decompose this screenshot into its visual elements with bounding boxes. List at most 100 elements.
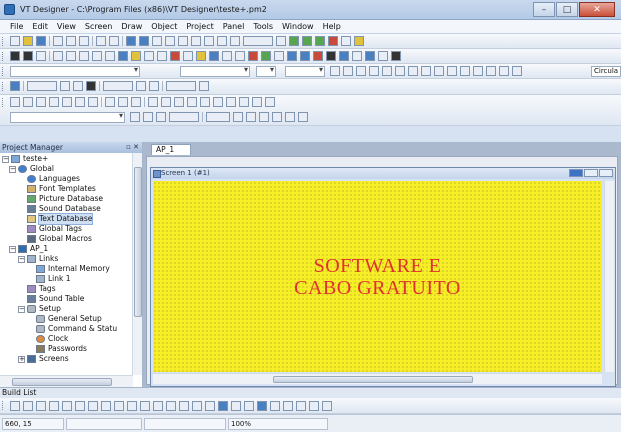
expand-icon[interactable]: + <box>18 355 25 363</box>
line-style-icon[interactable] <box>233 112 243 122</box>
meter-object-icon[interactable] <box>92 51 102 61</box>
bar-object-icon[interactable] <box>79 51 89 61</box>
screen-props-icon[interactable] <box>152 36 162 46</box>
maximize-button[interactable]: □ <box>556 2 578 17</box>
cross-ref-icon[interactable] <box>174 97 184 107</box>
triangle-tool-icon[interactable] <box>140 401 150 411</box>
menu-panel[interactable]: Panel <box>223 22 245 31</box>
zoom-fit-icon[interactable] <box>204 36 214 46</box>
recipe-object-icon[interactable] <box>131 51 141 61</box>
canvas-horizontal-scrollbar[interactable] <box>153 373 602 384</box>
layer-icon-1[interactable] <box>60 81 70 91</box>
tree-node-project[interactable]: − teste+ <box>2 154 48 164</box>
tree-node-global-tags[interactable]: Global Tags <box>27 224 82 234</box>
tree-node-link-1[interactable]: Link 1 <box>36 274 71 284</box>
zoom-dropdown[interactable] <box>243 36 273 46</box>
tree-node-internal-memory[interactable]: Internal Memory <box>36 264 110 274</box>
menu-screen[interactable]: Screen <box>85 22 113 31</box>
curve-tool-icon[interactable] <box>283 401 293 411</box>
open-icon[interactable] <box>23 36 33 46</box>
space-vert-icon[interactable] <box>460 66 470 76</box>
time-object-icon[interactable] <box>235 51 245 61</box>
simulate-icon[interactable] <box>328 36 338 46</box>
tree-node-ap1[interactable]: − AP_1 <box>9 244 48 254</box>
hide-icon[interactable] <box>213 97 223 107</box>
align-right-icon[interactable] <box>356 66 366 76</box>
screen-restore-button[interactable] <box>584 169 598 177</box>
download-icon[interactable] <box>315 36 325 46</box>
scrollbar-thumb[interactable] <box>134 167 142 317</box>
tree-node-setup[interactable]: − Setup <box>18 304 61 314</box>
animation-object-icon[interactable] <box>157 51 167 61</box>
menu-help[interactable]: Help <box>323 22 341 31</box>
shadow-icon[interactable] <box>259 112 269 122</box>
toolbar-grip[interactable] <box>2 98 5 107</box>
rectangle-tool-icon[interactable] <box>88 401 98 411</box>
ungroup-icon[interactable] <box>512 66 522 76</box>
grid-icon[interactable] <box>217 36 227 46</box>
promo-text-object[interactable]: SOFTWARE E CABO GRATUITO <box>153 255 602 299</box>
screen-link-icon[interactable] <box>339 51 349 61</box>
project-tree[interactable]: − teste+ − Global Languages Font Templat… <box>0 153 133 375</box>
bold-icon[interactable] <box>10 81 20 91</box>
picture-tool-icon[interactable] <box>296 401 306 411</box>
collapse-icon[interactable]: − <box>18 305 25 313</box>
picture-list-icon[interactable] <box>352 51 362 61</box>
tree-node-passwords[interactable]: Passwords <box>36 344 87 354</box>
shape-dropdown[interactable]: Circula <box>591 66 621 77</box>
text-color-icon[interactable] <box>156 112 166 122</box>
window-object-icon[interactable] <box>274 51 284 61</box>
menu-object[interactable]: Object <box>151 22 177 31</box>
tree-node-screens[interactable]: + Screens <box>18 354 69 364</box>
scrollbar-thumb[interactable] <box>273 376 473 383</box>
tree-node-general-setup[interactable]: General Setup <box>36 314 102 324</box>
save-icon[interactable] <box>36 36 46 46</box>
tree-node-picture-database[interactable]: Picture Database <box>27 194 103 204</box>
tree-node-global-macros[interactable]: Global Macros <box>27 234 92 244</box>
menu-draw[interactable]: Draw <box>121 22 142 31</box>
text-tool-icon[interactable] <box>244 401 254 411</box>
toolbar-grip[interactable] <box>2 52 5 61</box>
key-object-icon[interactable] <box>196 51 206 61</box>
size-dropdown[interactable] <box>180 65 250 77</box>
style-dropdown[interactable] <box>256 65 276 77</box>
build-list-tab[interactable]: Build List <box>0 387 621 398</box>
align-top-icon[interactable] <box>369 66 379 76</box>
new-icon[interactable] <box>10 36 20 46</box>
help-icon[interactable] <box>354 36 364 46</box>
screen-minimize-button[interactable] <box>569 169 583 177</box>
toolbar-grip[interactable] <box>2 401 5 410</box>
rotate-icon[interactable] <box>88 97 98 107</box>
language-icon[interactable] <box>199 81 209 91</box>
screen-window-title[interactable]: Screen 1 (#1) <box>151 168 615 179</box>
polygon-tool-icon[interactable] <box>127 401 137 411</box>
fill-color-icon[interactable] <box>130 112 140 122</box>
cut-icon[interactable] <box>53 36 63 46</box>
tree-node-command-status[interactable]: Command & Statu <box>36 324 117 334</box>
button-object-icon[interactable] <box>10 51 20 61</box>
picture-object-icon[interactable] <box>144 51 154 61</box>
menu-window[interactable]: Window <box>282 22 314 31</box>
pattern-dropdown[interactable] <box>169 112 199 122</box>
arrow-tool-icon[interactable] <box>23 401 33 411</box>
table-tool-icon[interactable] <box>257 401 267 411</box>
layer-icon-3[interactable] <box>86 81 96 91</box>
menu-project[interactable]: Project <box>186 22 213 31</box>
tree-vertical-scrollbar[interactable] <box>132 153 142 375</box>
close-button[interactable]: ✕ <box>579 2 615 17</box>
collapse-icon[interactable]: − <box>18 255 25 263</box>
screen-new-icon[interactable] <box>126 36 136 46</box>
zoom-out-icon[interactable] <box>191 36 201 46</box>
space-horiz-icon[interactable] <box>447 66 457 76</box>
tree-node-sound-table[interactable]: Sound Table <box>27 294 84 304</box>
flag-object-icon[interactable] <box>313 51 323 61</box>
object-dropdown[interactable] <box>10 111 125 123</box>
menu-view[interactable]: View <box>57 22 76 31</box>
canvas-vertical-scrollbar[interactable] <box>604 181 614 372</box>
order-back-icon[interactable] <box>23 97 33 107</box>
numeric-object-icon[interactable] <box>53 51 63 61</box>
screen-close-button[interactable] <box>599 169 613 177</box>
pie-tool-icon[interactable] <box>192 401 202 411</box>
menu-tools[interactable]: Tools <box>253 22 273 31</box>
tree-node-clock[interactable]: Clock <box>36 334 68 344</box>
